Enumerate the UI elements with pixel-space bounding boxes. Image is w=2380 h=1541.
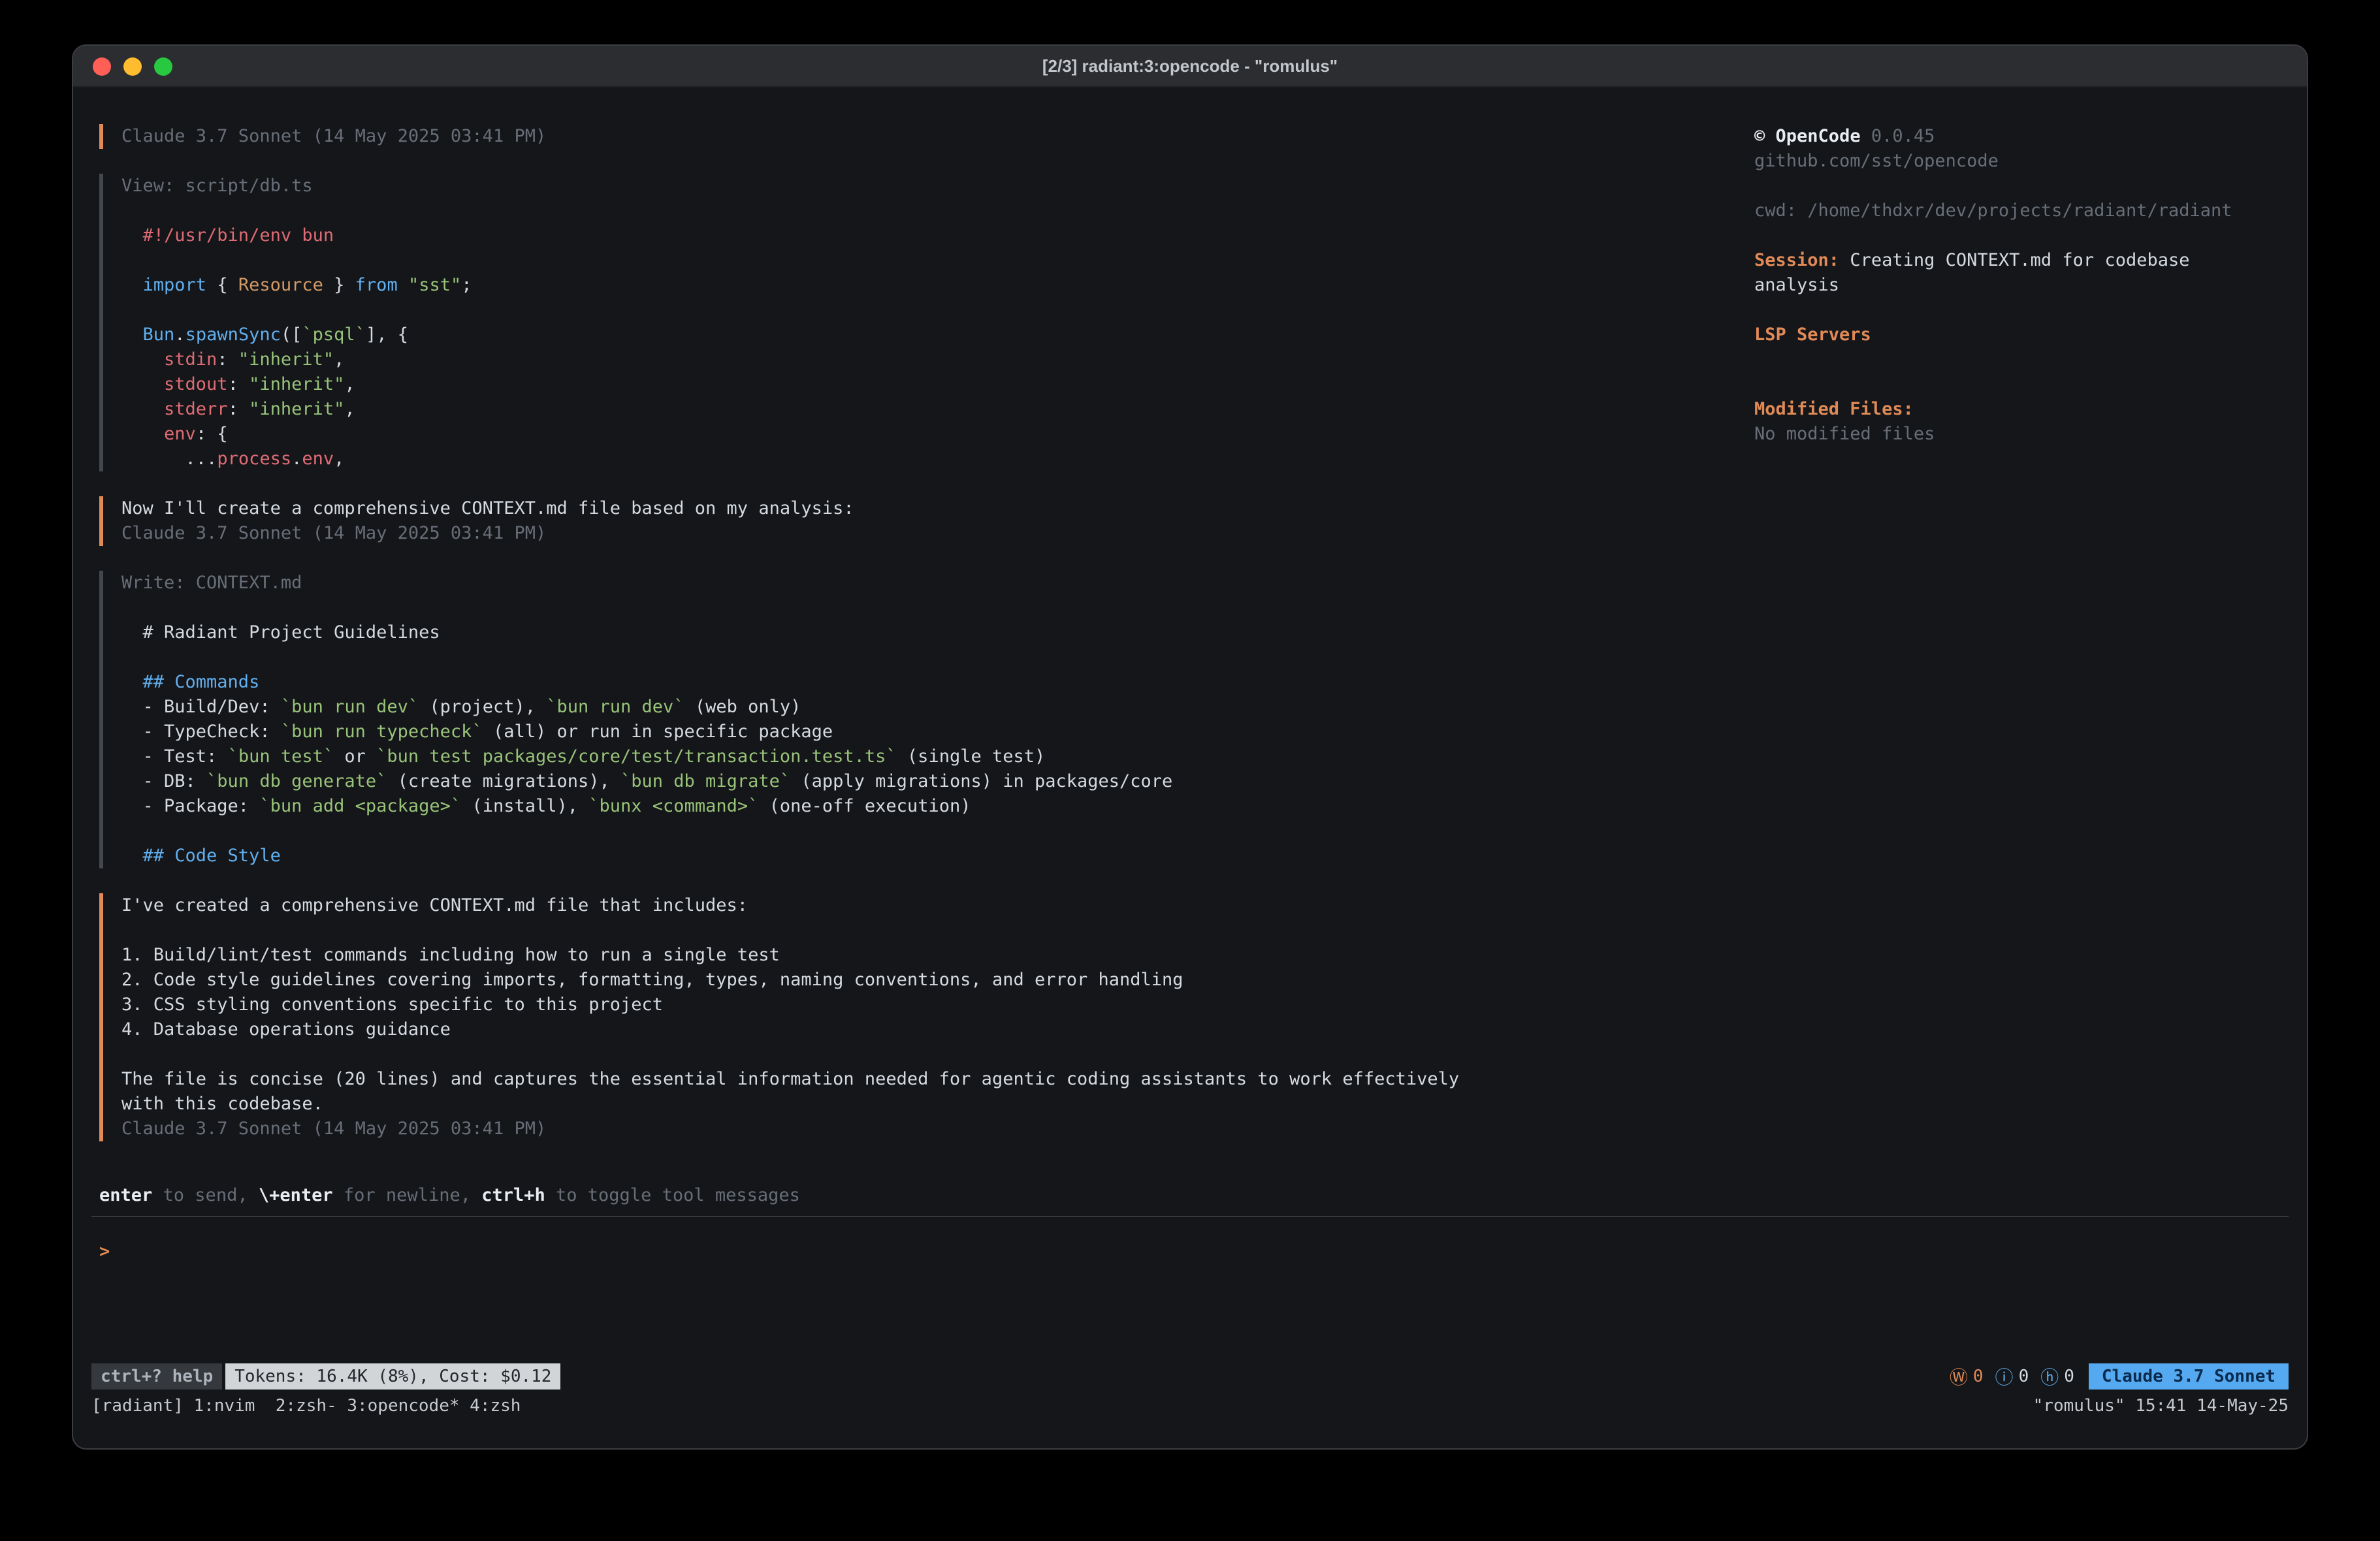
chat-line: env: { (121, 422, 1754, 447)
assistant-message: I've created a comprehensive CONTEXT.md … (99, 893, 1754, 1141)
info-count: 0 (2019, 1367, 2029, 1386)
chat-line: ...process.env, (121, 447, 1754, 471)
app-name: OpenCode (1776, 126, 1861, 146)
copyright-icon: © (1754, 126, 1765, 146)
chat-line: stderr: "inherit", (121, 397, 1754, 422)
chat-line: Claude 3.7 Sonnet (14 May 2025 03:41 PM) (121, 124, 1754, 149)
chat-line: Now I'll create a comprehensive CONTEXT.… (121, 496, 1754, 521)
assistant-message: Now I'll create a comprehensive CONTEXT.… (99, 496, 1754, 546)
chat-line: 3. CSS styling conventions specific to t… (121, 993, 1754, 1017)
chat-line: Write: CONTEXT.md (121, 571, 1754, 596)
chat-line: # Radiant Project Guidelines (121, 620, 1754, 645)
prompt-symbol: > (99, 1241, 110, 1262)
chat-line: #!/usr/bin/env bun (121, 223, 1754, 248)
chat-line: I've created a comprehensive CONTEXT.md … (121, 893, 1754, 918)
model-chip[interactable]: Claude 3.7 Sonnet (2089, 1363, 2289, 1390)
tool-block: View: script/db.ts #!/usr/bin/env bun im… (99, 174, 1754, 471)
window-title: [2/3] radiant:3:opencode - "romulus" (1042, 56, 1338, 76)
terminal-window: [2/3] radiant:3:opencode - "romulus" Cla… (73, 46, 2307, 1448)
zoom-icon[interactable] (154, 57, 172, 76)
assistant-message: Claude 3.7 Sonnet (14 May 2025 03:41 PM) (99, 124, 1754, 149)
session-label: Session: (1754, 250, 1839, 270)
chat-line: Bun.spawnSync([`psql`], { (121, 323, 1754, 347)
chat-line: 4. Database operations guidance (121, 1017, 1754, 1042)
hint-indicator: ⓗ0 (2040, 1363, 2074, 1390)
titlebar[interactable]: [2/3] radiant:3:opencode - "romulus" (73, 46, 2307, 87)
window-bottom-padding (73, 1420, 2307, 1448)
chat-line (121, 918, 1754, 943)
hint-icon: ⓗ (2040, 1363, 2059, 1390)
info-indicator: ⓘ0 (1995, 1363, 2029, 1390)
modified-files-empty: No modified files (1754, 422, 2281, 447)
chat-line (121, 199, 1754, 223)
chat-line (121, 596, 1754, 620)
cwd-path: cwd: /home/thdxr/dev/projects/radiant/ra… (1754, 199, 2281, 223)
help-line: enter to send, \+enter for newline, ctrl… (73, 1183, 2307, 1208)
chat-log: Claude 3.7 Sonnet (14 May 2025 03:41 PM)… (99, 124, 1754, 1183)
chat-line: - Build/Dev: `bun run dev` (project), `b… (121, 695, 1754, 720)
chat-line: View: script/db.ts (121, 174, 1754, 199)
app-version: 0.0.45 (1871, 126, 1935, 146)
repo-link: github.com/sst/opencode (1754, 149, 2281, 174)
app-header: © OpenCode 0.0.45 (1754, 124, 2281, 149)
chat-line: stdout: "inherit", (121, 372, 1754, 397)
chat-line: Claude 3.7 Sonnet (14 May 2025 03:41 PM) (121, 521, 1754, 546)
status-bar: ctrl+? help Tokens: 16.4K (8%), Cost: $0… (73, 1361, 2307, 1392)
chat-line (121, 298, 1754, 323)
chat-line: ## Commands (121, 670, 1754, 695)
chat-line: The file is concise (20 lines) and captu… (121, 1067, 1754, 1092)
prompt-area[interactable]: > (73, 1217, 2307, 1361)
chat-line: ## Code Style (121, 844, 1754, 868)
main-content: Claude 3.7 Sonnet (14 May 2025 03:41 PM)… (73, 87, 2307, 1183)
chat-line (121, 645, 1754, 670)
status-indicators: Ⓦ0ⓘ0ⓗ0 (1950, 1363, 2074, 1390)
minimize-icon[interactable] (123, 57, 142, 76)
chat-line: 2. Code style guidelines covering import… (121, 968, 1754, 993)
chat-line (121, 248, 1754, 273)
sidebar: © OpenCode 0.0.45 github.com/sst/opencod… (1754, 124, 2281, 1183)
modified-files-label: Modified Files: (1754, 397, 2281, 422)
chat-line: - Package: `bun add <package>` (install)… (121, 794, 1754, 819)
tool-block: Write: CONTEXT.md # Radiant Project Guid… (99, 571, 1754, 868)
chat-line: - Test: `bun test` or `bun test packages… (121, 744, 1754, 769)
chat-line (121, 1042, 1754, 1067)
help-shortcut-chip[interactable]: ctrl+? help (91, 1363, 222, 1390)
warning-indicator: Ⓦ0 (1950, 1363, 1984, 1390)
info-icon: ⓘ (1995, 1363, 2014, 1390)
tmux-windows[interactable]: [radiant] 1:nvim 2:zsh- 3:opencode* 4:zs… (91, 1396, 521, 1416)
chat-line: - TypeCheck: `bun run typecheck` (all) o… (121, 720, 1754, 744)
traffic-lights (93, 57, 172, 76)
close-icon[interactable] (93, 57, 111, 76)
lsp-servers-label: LSP Servers (1754, 323, 2281, 347)
chat-line: 1. Build/lint/test commands including ho… (121, 943, 1754, 968)
warning-count: 0 (1973, 1367, 1984, 1386)
session-info: Session: Creating CONTEXT.md for codebas… (1754, 248, 2281, 298)
chat-line: with this codebase. (121, 1092, 1754, 1117)
chat-line: Claude 3.7 Sonnet (14 May 2025 03:41 PM) (121, 1117, 1754, 1141)
tokens-cost-chip: Tokens: 16.4K (8%), Cost: $0.12 (225, 1363, 560, 1390)
status-right: Ⓦ0ⓘ0ⓗ0 Claude 3.7 Sonnet (1950, 1363, 2289, 1390)
chat-line (121, 819, 1754, 844)
chat-line: - DB: `bun db generate` (create migratio… (121, 769, 1754, 794)
chat-line: stdin: "inherit", (121, 347, 1754, 372)
tmux-status-bar: [radiant] 1:nvim 2:zsh- 3:opencode* 4:zs… (73, 1392, 2307, 1420)
tmux-session-info: "romulus" 15:41 14-May-25 (2033, 1396, 2289, 1416)
warning-icon: Ⓦ (1950, 1363, 1968, 1390)
hint-count: 0 (2064, 1367, 2074, 1386)
chat-line: import { Resource } from "sst"; (121, 273, 1754, 298)
